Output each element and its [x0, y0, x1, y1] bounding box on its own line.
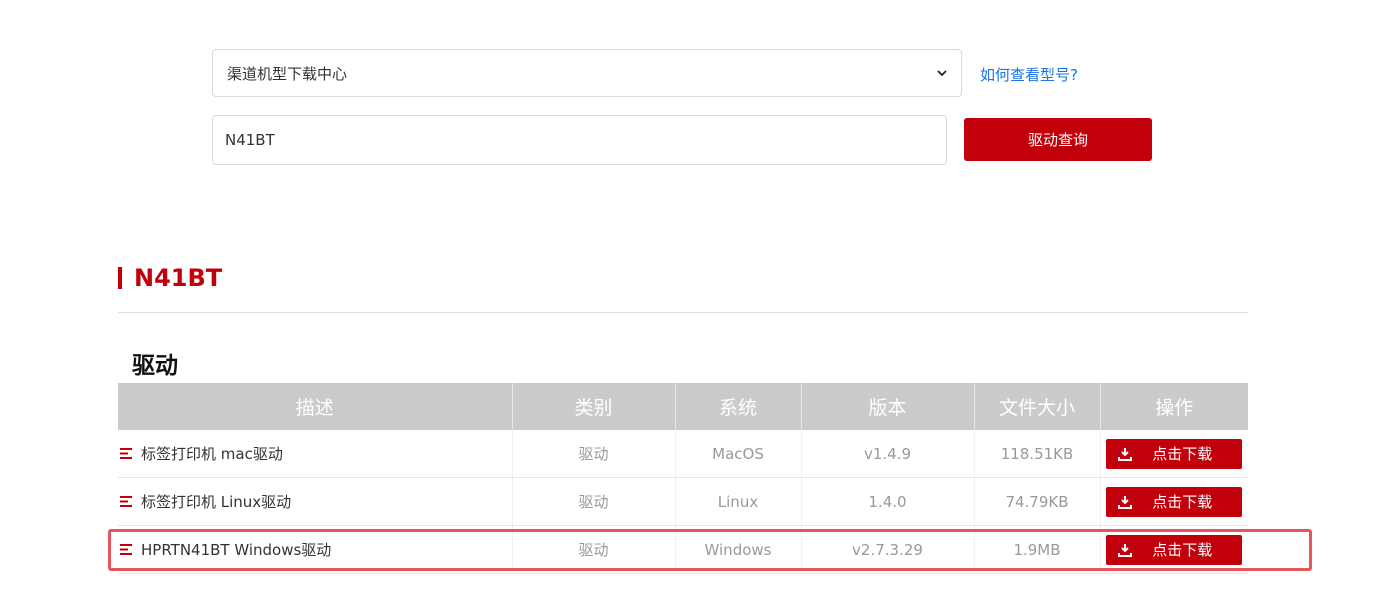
row-file-size: 118.51KB [974, 430, 1101, 478]
download-label: 点击下载 [1152, 493, 1213, 511]
row-version: v1.4.9 [801, 430, 975, 478]
row-version: 1.4.0 [801, 477, 975, 526]
download-icon [1118, 543, 1133, 557]
row-description: HPRTN41BT Windows驱动 [141, 541, 332, 559]
row-action-cell: 点击下载 [1100, 430, 1248, 478]
row-system: MacOS [675, 430, 802, 478]
row-description: 标签打印机 mac驱动 [141, 445, 283, 463]
row-version: v2.7.3.29 [801, 525, 975, 574]
row-category: 驱动 [512, 477, 676, 526]
row-description-cell: HPRTN41BT Windows驱动 [118, 525, 513, 574]
row-description-cell: 标签打印机 mac驱动 [118, 430, 513, 478]
download-button[interactable]: 点击下载 [1106, 438, 1243, 469]
row-category: 驱动 [512, 430, 676, 478]
chevron-down-icon [937, 70, 947, 77]
driver-table: 描述 类别 系统 版本 文件大小 操作 标签打印机 mac驱动 驱动 MacOS… [118, 383, 1248, 574]
list-icon [120, 496, 132, 507]
how-to-find-model-link[interactable]: 如何查看型号? [980, 64, 1078, 85]
header-description: 描述 [118, 383, 513, 430]
divider [118, 312, 1248, 313]
header-action: 操作 [1100, 383, 1248, 430]
row-file-size: 74.79KB [974, 477, 1101, 526]
model-search-input[interactable] [212, 115, 947, 165]
row-file-size: 1.9MB [974, 525, 1101, 574]
row-system: Windows [675, 525, 802, 574]
row-description-cell: 标签打印机 Linux驱动 [118, 477, 513, 526]
row-system: Linux [675, 477, 802, 526]
download-button[interactable]: 点击下载 [1106, 534, 1243, 565]
list-icon [120, 448, 132, 459]
header-file-size: 文件大小 [974, 383, 1101, 430]
model-heading: N41BT [118, 263, 222, 293]
row-action-cell: 点击下载 [1100, 525, 1248, 574]
section-title: 驱动 [132, 353, 178, 379]
list-icon [120, 544, 132, 555]
model-title: N41BT [134, 264, 223, 292]
table-row: HPRTN41BT Windows驱动 驱动 Windows v2.7.3.29… [118, 525, 1248, 574]
category-select[interactable]: 渠道机型下载中心 [212, 49, 962, 97]
download-button[interactable]: 点击下载 [1106, 486, 1243, 517]
table-row: 标签打印机 mac驱动 驱动 MacOS v1.4.9 118.51KB 点击下… [118, 430, 1248, 478]
download-icon [1118, 495, 1133, 509]
header-version: 版本 [801, 383, 975, 430]
download-icon [1118, 447, 1133, 461]
header-system: 系统 [675, 383, 802, 430]
heading-accent-bar [118, 267, 122, 289]
download-label: 点击下载 [1152, 541, 1213, 559]
category-select-value: 渠道机型下载中心 [227, 64, 348, 83]
table-row: 标签打印机 Linux驱动 驱动 Linux 1.4.0 74.79KB 点击下… [118, 477, 1248, 526]
row-category: 驱动 [512, 525, 676, 574]
table-header-row: 描述 类别 系统 版本 文件大小 操作 [118, 383, 1248, 430]
row-description: 标签打印机 Linux驱动 [141, 493, 292, 511]
download-label: 点击下载 [1152, 445, 1213, 463]
driver-query-button[interactable]: 驱动查询 [964, 118, 1152, 161]
header-category: 类别 [512, 383, 676, 430]
row-action-cell: 点击下载 [1100, 477, 1248, 526]
